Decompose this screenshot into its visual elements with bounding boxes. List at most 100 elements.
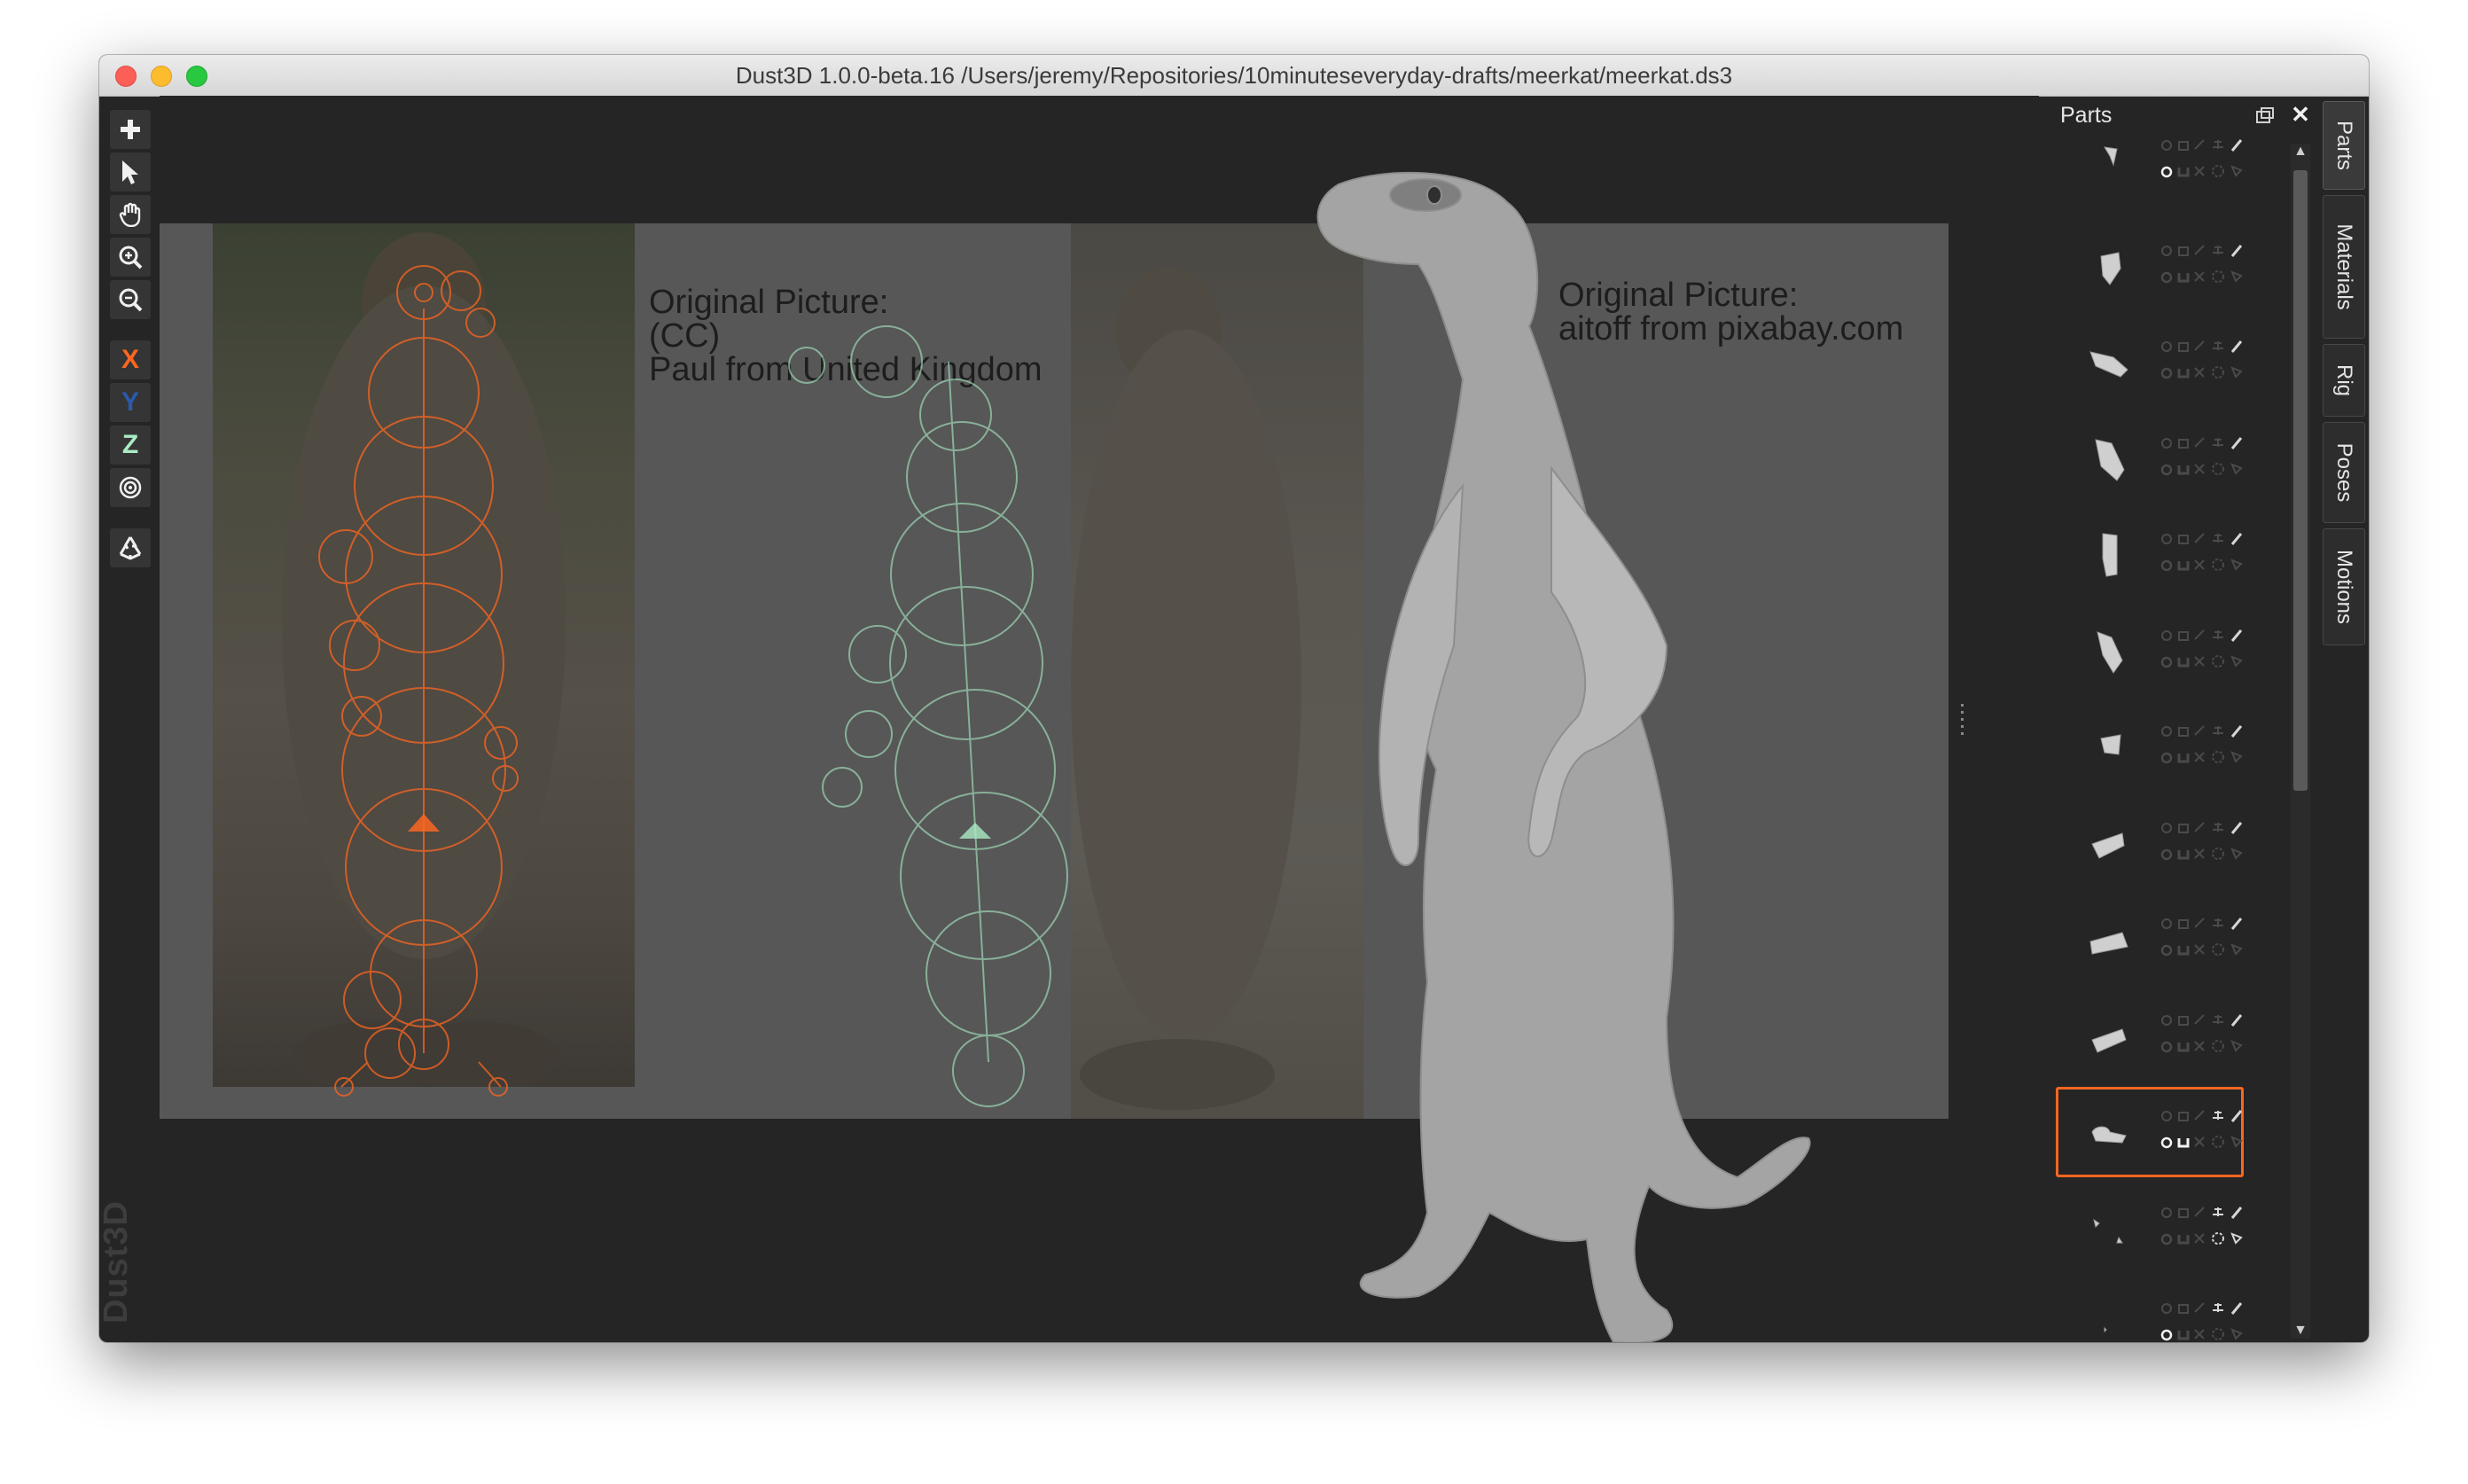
parts-scrollbar[interactable]: ▲ ▼ xyxy=(2291,144,2310,1339)
subdivide-icon xyxy=(2160,1233,2173,1245)
zoom-out-icon xyxy=(119,288,143,312)
editor-canvas[interactable]: Original Picture: (CC) Paul from United … xyxy=(160,96,2039,1342)
magnet-icon xyxy=(2177,754,2190,763)
part-toggle-icons[interactable] xyxy=(2160,240,2245,293)
part-preview-thumbnail xyxy=(2091,832,2125,859)
chamfer-icon xyxy=(2230,1039,2243,1052)
x-mirror-button[interactable]: X xyxy=(110,340,151,379)
subdivide-icon xyxy=(2160,1136,2173,1149)
part-toggle-icons[interactable] xyxy=(2160,817,2245,871)
zoom-out-button[interactable] xyxy=(110,280,151,319)
visibility-eye-icon xyxy=(2161,534,2172,544)
panel-splitter-handle[interactable] xyxy=(1959,702,1966,738)
part-toggle-icons[interactable] xyxy=(2160,336,2245,389)
scissors-icon xyxy=(2194,1329,2205,1340)
part-toggle-icons[interactable] xyxy=(2160,1010,2245,1063)
part-preview-thumbnail xyxy=(2104,1326,2107,1333)
part-toggle-icons[interactable] xyxy=(2160,1202,2245,1255)
lock-icon xyxy=(2178,438,2189,449)
part-list-item[interactable] xyxy=(2057,223,2243,311)
part-preview-thumbnail xyxy=(2089,932,2128,955)
chamfer-icon xyxy=(2230,165,2243,177)
pan-button[interactable] xyxy=(110,195,151,234)
dock-side-tabs: Parts Materials Rig Poses Motions xyxy=(2319,96,2369,716)
subdivide-icon xyxy=(2160,271,2173,283)
lock-icon xyxy=(2178,1207,2189,1218)
zoom-in-button[interactable] xyxy=(110,238,151,277)
lock-icon xyxy=(2178,1112,2189,1121)
part-list-item[interactable] xyxy=(2057,800,2243,888)
part-list-item[interactable] xyxy=(2057,895,2243,984)
balance-icon xyxy=(2213,822,2223,832)
select-button[interactable] xyxy=(110,152,151,191)
balance-icon xyxy=(2213,629,2223,639)
tab-motions[interactable]: Motions xyxy=(2323,528,2365,645)
part-toggle-icons[interactable] xyxy=(2160,913,2245,966)
part-toggle-icons[interactable] xyxy=(2160,528,2245,582)
part-list-item[interactable] xyxy=(2057,415,2243,504)
tab-parts[interactable]: Parts xyxy=(2323,101,2365,190)
part-list-item[interactable] xyxy=(2057,1184,2243,1273)
part-toggle-icons[interactable] xyxy=(2160,721,2245,774)
y-lock-button[interactable]: Y xyxy=(110,383,151,422)
lock-icon xyxy=(2178,823,2189,833)
tab-materials[interactable]: Materials xyxy=(2323,195,2365,339)
visibility-eye-icon xyxy=(2161,341,2172,352)
part-list-item[interactable] xyxy=(2056,1087,2245,1177)
part-list-item[interactable] xyxy=(2057,1280,2243,1342)
scroll-up-arrow-icon[interactable]: ▲ xyxy=(2292,144,2308,160)
balance-icon xyxy=(2213,341,2223,350)
part-list-item[interactable] xyxy=(2057,511,2243,599)
z-lock-button[interactable]: Z xyxy=(110,426,151,465)
visibility-eye-icon xyxy=(2161,1111,2172,1121)
subdivide-icon xyxy=(2160,752,2173,764)
tab-rig[interactable]: Rig xyxy=(2323,344,2365,417)
part-preview-thumbnail xyxy=(2095,438,2125,481)
link-icon xyxy=(2194,436,2205,448)
subdivide-icon xyxy=(2160,464,2173,475)
part-list-item[interactable] xyxy=(2057,607,2243,696)
magnet-icon xyxy=(2177,1042,2190,1051)
chamfer-icon xyxy=(2230,847,2243,860)
visibility-eye-icon xyxy=(2161,629,2172,641)
front-view-nodes xyxy=(318,265,519,1097)
hand-icon xyxy=(119,202,141,227)
round-end-icon xyxy=(2212,1328,2224,1340)
plus-icon xyxy=(121,120,140,139)
color-picker-icon xyxy=(2230,629,2243,642)
part-list-item[interactable] xyxy=(2057,318,2243,407)
scrollbar-thumb[interactable] xyxy=(2293,170,2308,791)
round-end-icon xyxy=(2212,462,2224,475)
part-toggle-icons[interactable] xyxy=(2160,625,2245,678)
zoom-in-icon xyxy=(119,246,143,269)
part-list-item[interactable] xyxy=(2057,703,2243,792)
scissors-icon xyxy=(2194,367,2205,378)
balance-icon xyxy=(2213,437,2223,447)
scroll-down-arrow-icon[interactable]: ▼ xyxy=(2292,1323,2308,1339)
round-end-icon xyxy=(2212,943,2224,956)
visibility-eye-icon xyxy=(2161,1014,2172,1026)
regenerate-button[interactable] xyxy=(110,528,151,567)
color-picker-icon xyxy=(2230,533,2243,545)
lock-icon xyxy=(2178,141,2189,151)
scissors-icon xyxy=(2194,270,2205,282)
parts-list[interactable] xyxy=(2056,139,2252,1342)
part-list-item[interactable] xyxy=(2057,992,2243,1081)
add-node-button[interactable] xyxy=(110,110,151,149)
scissors-icon xyxy=(2194,1040,2205,1051)
part-list-item[interactable] xyxy=(2057,117,2243,206)
close-panel-icon[interactable]: ✕ xyxy=(2289,103,2312,126)
link-icon xyxy=(2194,629,2205,640)
radius-lock-button[interactable] xyxy=(110,468,151,507)
magnet-icon xyxy=(2177,1138,2190,1148)
scissors-icon xyxy=(2194,1136,2205,1147)
chamfer-icon xyxy=(2230,366,2243,379)
part-preview-thumbnail xyxy=(2091,1126,2127,1144)
part-toggle-icons[interactable] xyxy=(2160,135,2245,188)
part-toggle-icons[interactable] xyxy=(2160,433,2245,486)
tab-poses[interactable]: Poses xyxy=(2323,422,2365,523)
visibility-eye-icon xyxy=(2161,918,2172,929)
part-toggle-icons[interactable] xyxy=(2160,1298,2245,1342)
part-toggle-icons[interactable] xyxy=(2160,1105,2245,1159)
float-panel-icon[interactable] xyxy=(2253,105,2277,128)
